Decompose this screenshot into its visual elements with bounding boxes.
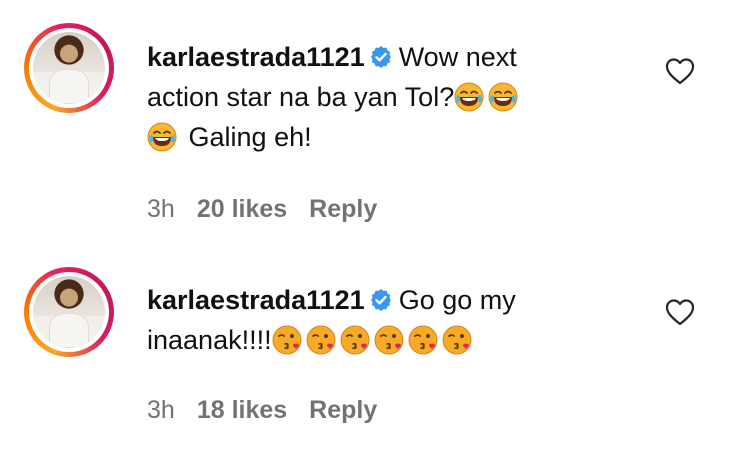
timestamp: 3h xyxy=(147,195,175,223)
likes-count[interactable]: 20 likes xyxy=(197,195,287,224)
kissing-heart-emoji-icon xyxy=(374,325,404,355)
kissing-heart-emoji-icon xyxy=(306,325,336,355)
heart-outline-icon[interactable] xyxy=(665,57,695,85)
username[interactable]: karlaestrada1121 xyxy=(147,42,365,72)
comment-meta: 3h 18 likes Reply xyxy=(147,396,377,425)
verified-badge-icon xyxy=(369,288,393,312)
reply-button[interactable]: Reply xyxy=(309,396,377,425)
comment-item: karlaestrada1121 Wow next action star na … xyxy=(0,0,750,240)
comment-body: karlaestrada1121 Wow next action star na … xyxy=(147,37,607,157)
laughing-tears-emoji-icon xyxy=(454,82,484,112)
verified-badge-icon xyxy=(369,45,393,69)
kissing-heart-emoji-icon xyxy=(272,325,302,355)
avatar[interactable] xyxy=(24,23,114,113)
comment-text: action star na ba yan Tol? xyxy=(147,82,455,112)
comment-meta: 3h 20 likes Reply xyxy=(147,195,377,224)
avatar[interactable] xyxy=(24,267,114,357)
comment-text: Wow next xyxy=(398,42,517,72)
comment-item: karlaestrada1121 Go go my inaanak!!!! 3h … xyxy=(0,240,750,463)
timestamp: 3h xyxy=(147,396,175,424)
kissing-heart-emoji-icon xyxy=(340,325,370,355)
heart-outline-icon[interactable] xyxy=(665,298,695,326)
laughing-tears-emoji-icon xyxy=(147,122,177,152)
comment-text: Galing eh! xyxy=(188,122,312,152)
likes-count[interactable]: 18 likes xyxy=(197,396,287,425)
kissing-heart-emoji-icon xyxy=(442,325,472,355)
comment-body: karlaestrada1121 Go go my inaanak!!!! xyxy=(147,280,607,360)
comment-text: inaanak!!!! xyxy=(147,325,272,355)
reply-button[interactable]: Reply xyxy=(309,195,377,224)
comment-text: Go go my xyxy=(398,285,516,315)
laughing-tears-emoji-icon xyxy=(488,82,518,112)
kissing-heart-emoji-icon xyxy=(408,325,438,355)
username[interactable]: karlaestrada1121 xyxy=(147,285,365,315)
